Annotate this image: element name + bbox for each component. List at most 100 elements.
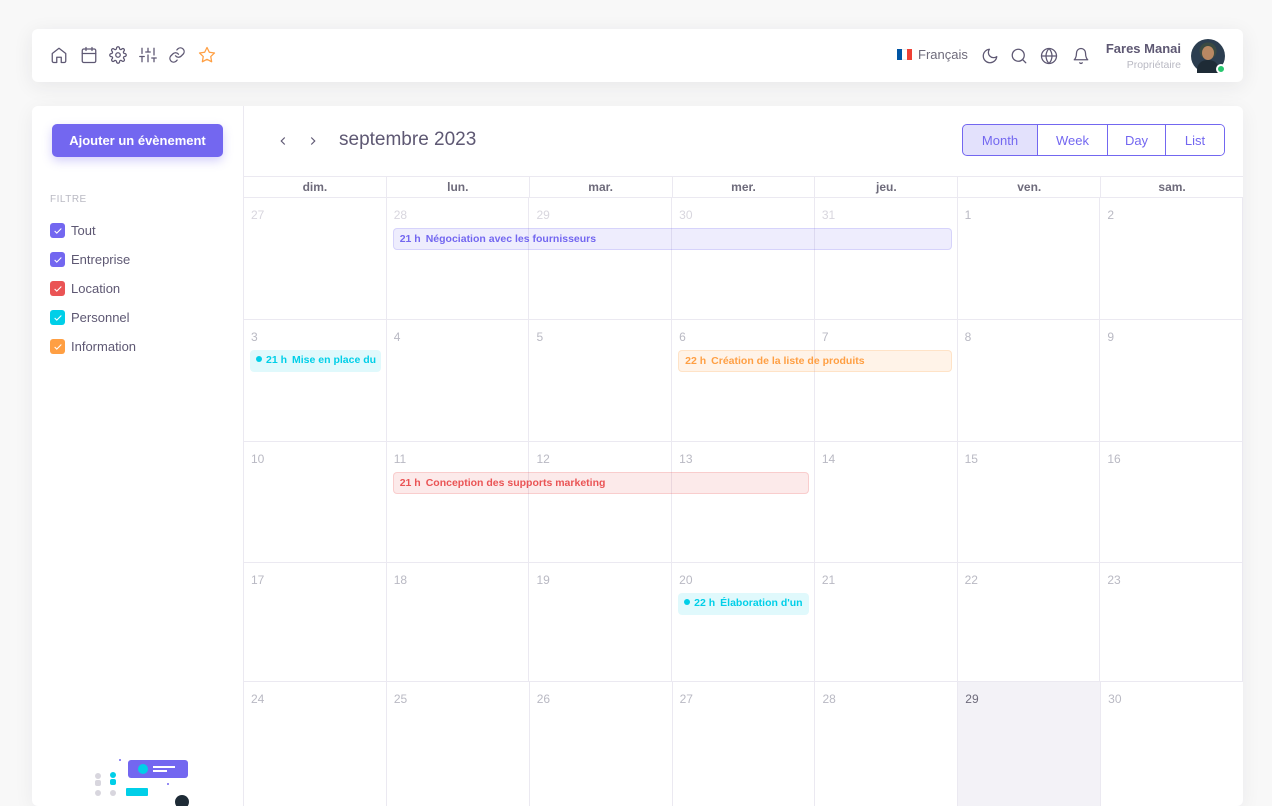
calendar-day-cell[interactable]: 7 <box>815 320 958 441</box>
calendar-event[interactable]: 22 h Création de la liste de produits <box>678 350 952 372</box>
calendar-day-cell[interactable]: 22 <box>958 563 1101 681</box>
calendar-day-cell[interactable]: 10 <box>244 442 387 562</box>
calendar-day-cell[interactable]: 5 <box>529 320 673 441</box>
filter-personnel[interactable]: Personnel <box>50 303 136 332</box>
add-event-button[interactable]: Ajouter un évènement <box>52 124 223 157</box>
day-number: 2 <box>1107 208 1114 222</box>
day-number: 30 <box>679 208 693 222</box>
calendar-week-row: 17 18 19 20 21 22 23 22 h Élaboration d'un <box>244 563 1243 682</box>
day-number: 21 <box>821 573 836 587</box>
month-navigation <box>272 130 332 152</box>
online-status-dot <box>1216 64 1226 74</box>
day-number: 12 <box>536 452 550 466</box>
calendar-day-cell[interactable]: 14 <box>815 442 958 562</box>
calendar-day-cell[interactable]: 4 <box>387 320 530 441</box>
month-title: septembre 2023 <box>339 129 477 150</box>
globe-icon[interactable] <box>1038 45 1060 67</box>
checkbox-checked-icon[interactable] <box>50 310 65 325</box>
day-number: 26 <box>536 692 551 706</box>
day-number: 15 <box>964 452 978 466</box>
event-time: 21 h <box>399 233 421 245</box>
avatar[interactable] <box>1191 39 1226 74</box>
calendar-event[interactable]: 22 h Élaboration d'un <box>678 593 809 615</box>
calendar-day-cell[interactable]: 27 <box>244 198 387 319</box>
calendar-day-cell[interactable]: 12 <box>529 442 673 562</box>
filter-label: Personnel <box>71 310 130 325</box>
view-list-button[interactable]: List <box>1166 125 1224 155</box>
calendar-event[interactable]: 21 h Conception des supports marketing <box>392 472 809 494</box>
calendar-day-cell[interactable]: 27 <box>673 682 816 806</box>
calendar-day-cell[interactable]: 3 <box>244 320 387 441</box>
day-number: 29 <box>536 208 550 222</box>
sliders-icon[interactable] <box>137 44 159 66</box>
event-title: Élaboration d'un <box>720 597 803 609</box>
view-month-button[interactable]: Month <box>963 125 1038 155</box>
calendar-day-cell[interactable]: 31 <box>815 198 958 319</box>
day-number: 16 <box>1107 452 1121 466</box>
calendar-day-cell[interactable]: 24 <box>244 682 387 806</box>
calendar-day-cell[interactable]: 17 <box>244 563 387 681</box>
user-name: Fares Manai <box>1105 41 1181 56</box>
calendar-day-cell[interactable]: 28 <box>815 682 959 806</box>
day-number: 27 <box>679 692 693 706</box>
calendar-event[interactable]: 21 h Mise en place du <box>250 350 381 372</box>
bell-icon[interactable] <box>1070 45 1092 67</box>
view-week-button[interactable]: Week <box>1038 125 1108 155</box>
calendar-day-cell[interactable]: 11 <box>387 442 530 562</box>
checkbox-checked-icon[interactable] <box>50 223 65 238</box>
link-icon[interactable] <box>166 44 188 66</box>
day-number: 20 <box>679 573 693 587</box>
home-icon[interactable] <box>48 44 70 66</box>
star-icon[interactable] <box>196 44 218 66</box>
filter-location[interactable]: Location <box>50 274 136 303</box>
calendar-day-cell[interactable]: 30 <box>1101 682 1243 806</box>
calendar-day-cell[interactable]: 19 <box>529 563 673 681</box>
prev-month-button[interactable] <box>272 130 294 152</box>
calendar-day-cell[interactable]: 20 <box>672 563 815 681</box>
moon-icon[interactable] <box>979 45 1001 67</box>
day-number: 8 <box>964 330 972 344</box>
event-time: 22 h <box>694 597 716 609</box>
day-number: 3 <box>251 330 258 344</box>
calendar-day-cell[interactable]: 25 <box>387 682 530 806</box>
day-number: 28 <box>393 208 408 222</box>
calendar-icon[interactable] <box>78 44 100 66</box>
weekday-label: mar. <box>530 177 673 197</box>
view-day-button[interactable]: Day <box>1108 125 1166 155</box>
calendar-week-row: 27 28 29 30 31 1 2 21 h Négociation avec les fou… <box>244 198 1243 320</box>
calendar-day-cell[interactable]: 13 <box>672 442 815 562</box>
filter-information[interactable]: Information <box>50 332 136 361</box>
calendar-day-cell[interactable]: 6 <box>672 320 815 441</box>
calendar-day-cell[interactable]: 15 <box>958 442 1101 562</box>
calendar-day-cell[interactable]: 16 <box>1100 442 1243 562</box>
filter-label: Location <box>71 281 121 296</box>
next-month-button[interactable] <box>302 130 324 152</box>
calendar-day-cell[interactable]: 28 <box>387 198 530 319</box>
language-selector[interactable]: Français <box>897 47 968 62</box>
calendar-event[interactable]: 21 h Négociation avec les fournisseurs <box>392 228 952 250</box>
calendar-day-cell[interactable]: 23 <box>1100 563 1243 681</box>
calendar-day-cell[interactable]: 30 <box>672 198 815 319</box>
calendar-day-cell[interactable]: 9 <box>1100 320 1243 441</box>
day-number: 10 <box>251 452 265 466</box>
calendar-day-cell[interactable]: 21 <box>815 563 958 681</box>
calendar-day-cell[interactable]: 29 <box>529 198 673 319</box>
checkbox-checked-icon[interactable] <box>50 339 65 354</box>
calendar-day-cell[interactable]: 26 <box>530 682 673 806</box>
filter-entreprise[interactable]: Entreprise <box>50 245 136 274</box>
settings-icon[interactable] <box>107 44 129 66</box>
calendar-day-cell[interactable]: 8 <box>958 320 1101 441</box>
user-info[interactable]: Fares Manai Propriétaire <box>1106 41 1181 71</box>
chevron-left-icon <box>280 137 286 145</box>
checkbox-checked-icon[interactable] <box>50 281 65 296</box>
calendar-week-row: 3 4 5 6 7 8 9 21 h Mise en place du 22 h Création … <box>244 320 1243 442</box>
day-number: 22 <box>964 573 978 587</box>
calendar-day-cell[interactable]: 18 <box>387 563 530 681</box>
checkbox-checked-icon[interactable] <box>50 252 65 267</box>
filter-title: FILTRE <box>50 194 87 205</box>
filter-tout[interactable]: Tout <box>50 216 136 245</box>
calendar-day-cell[interactable]: 1 <box>958 198 1101 319</box>
calendar-day-cell[interactable]: 29 <box>958 682 1102 806</box>
search-icon[interactable] <box>1008 45 1030 67</box>
calendar-day-cell[interactable]: 2 <box>1100 198 1243 319</box>
